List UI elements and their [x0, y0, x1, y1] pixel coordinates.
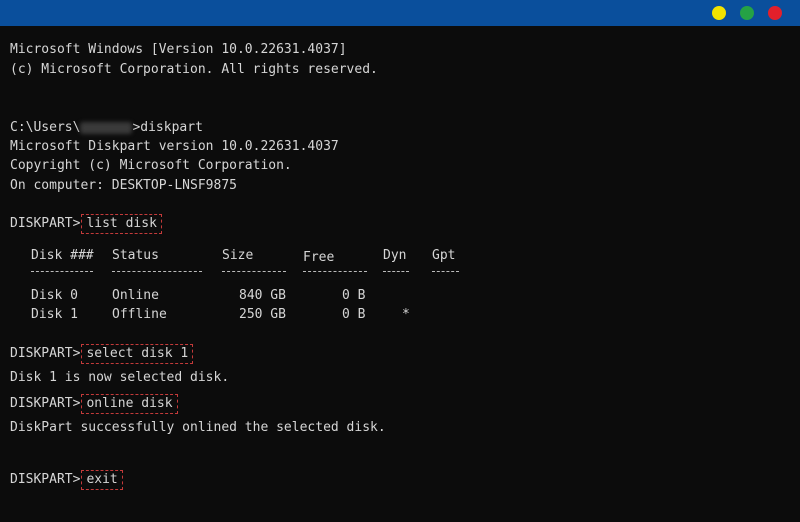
computer-name-line: On computer: DESKTOP-LNSF9875: [10, 178, 237, 193]
exit-line: DISKPART> exit: [10, 470, 123, 490]
disk-1-free: 0 B: [342, 307, 366, 322]
command-select-disk: select disk 1: [81, 344, 194, 364]
path-suffix: >diskpart: [132, 120, 203, 135]
online-result-line: DiskPart successfully onlined the select…: [10, 420, 386, 435]
header-disk: Disk ###: [31, 248, 94, 263]
disk-1-status: Offline: [112, 307, 167, 322]
select-disk-line: DISKPART> select disk 1: [10, 344, 194, 364]
header-gpt: Gpt: [432, 248, 456, 263]
close-button[interactable]: [768, 6, 782, 20]
command-online-disk: online disk: [81, 394, 178, 414]
divider-gpt: [432, 271, 459, 272]
redacted-username: [80, 121, 133, 134]
disk-0-name: Disk 0: [31, 288, 78, 303]
path-prefix: C:\Users\: [10, 120, 81, 135]
prompt: DISKPART>: [10, 216, 81, 231]
online-disk-line: DISKPART> online disk: [10, 394, 178, 414]
disk-1-size: 250 GB: [239, 307, 286, 322]
prompt: DISKPART>: [10, 346, 81, 361]
divider-dyn: [383, 271, 409, 272]
disk-0-status: Online: [112, 288, 159, 303]
disk-0-size: 840 GB: [239, 288, 286, 303]
header-free: Free: [303, 250, 335, 265]
header-status: Status: [112, 248, 159, 263]
disk-1-name: Disk 1: [31, 307, 78, 322]
header-size: Size: [222, 248, 254, 263]
copyright-line: (c) Microsoft Corporation. All rights re…: [10, 62, 378, 77]
divider-disk: [31, 271, 93, 272]
command-exit: exit: [81, 470, 123, 490]
title-bar: [0, 0, 800, 26]
divider-size: [222, 271, 286, 272]
maximize-button[interactable]: [740, 6, 754, 20]
diskpart-copyright-line: Copyright (c) Microsoft Corporation.: [10, 158, 292, 173]
disk-0-free: 0 B: [342, 288, 366, 303]
list-disk-line: DISKPART> list disk: [10, 214, 162, 234]
header-dyn: Dyn: [383, 248, 407, 263]
diskpart-command-line: C:\Users\ >diskpart: [10, 120, 203, 136]
select-result-line: Disk 1 is now selected disk.: [10, 370, 230, 385]
minimize-button[interactable]: [712, 6, 726, 20]
windows-version-line: Microsoft Windows [Version 10.0.22631.40…: [10, 42, 347, 57]
command-list-disk: list disk: [81, 214, 162, 234]
divider-status: [112, 271, 202, 272]
terminal-output[interactable]: Microsoft Windows [Version 10.0.22631.40…: [0, 26, 800, 522]
prompt: DISKPART>: [10, 396, 81, 411]
prompt: DISKPART>: [10, 472, 81, 487]
diskpart-version-line: Microsoft Diskpart version 10.0.22631.40…: [10, 139, 339, 154]
divider-free: [303, 271, 367, 272]
disk-1-dyn: *: [402, 307, 410, 322]
